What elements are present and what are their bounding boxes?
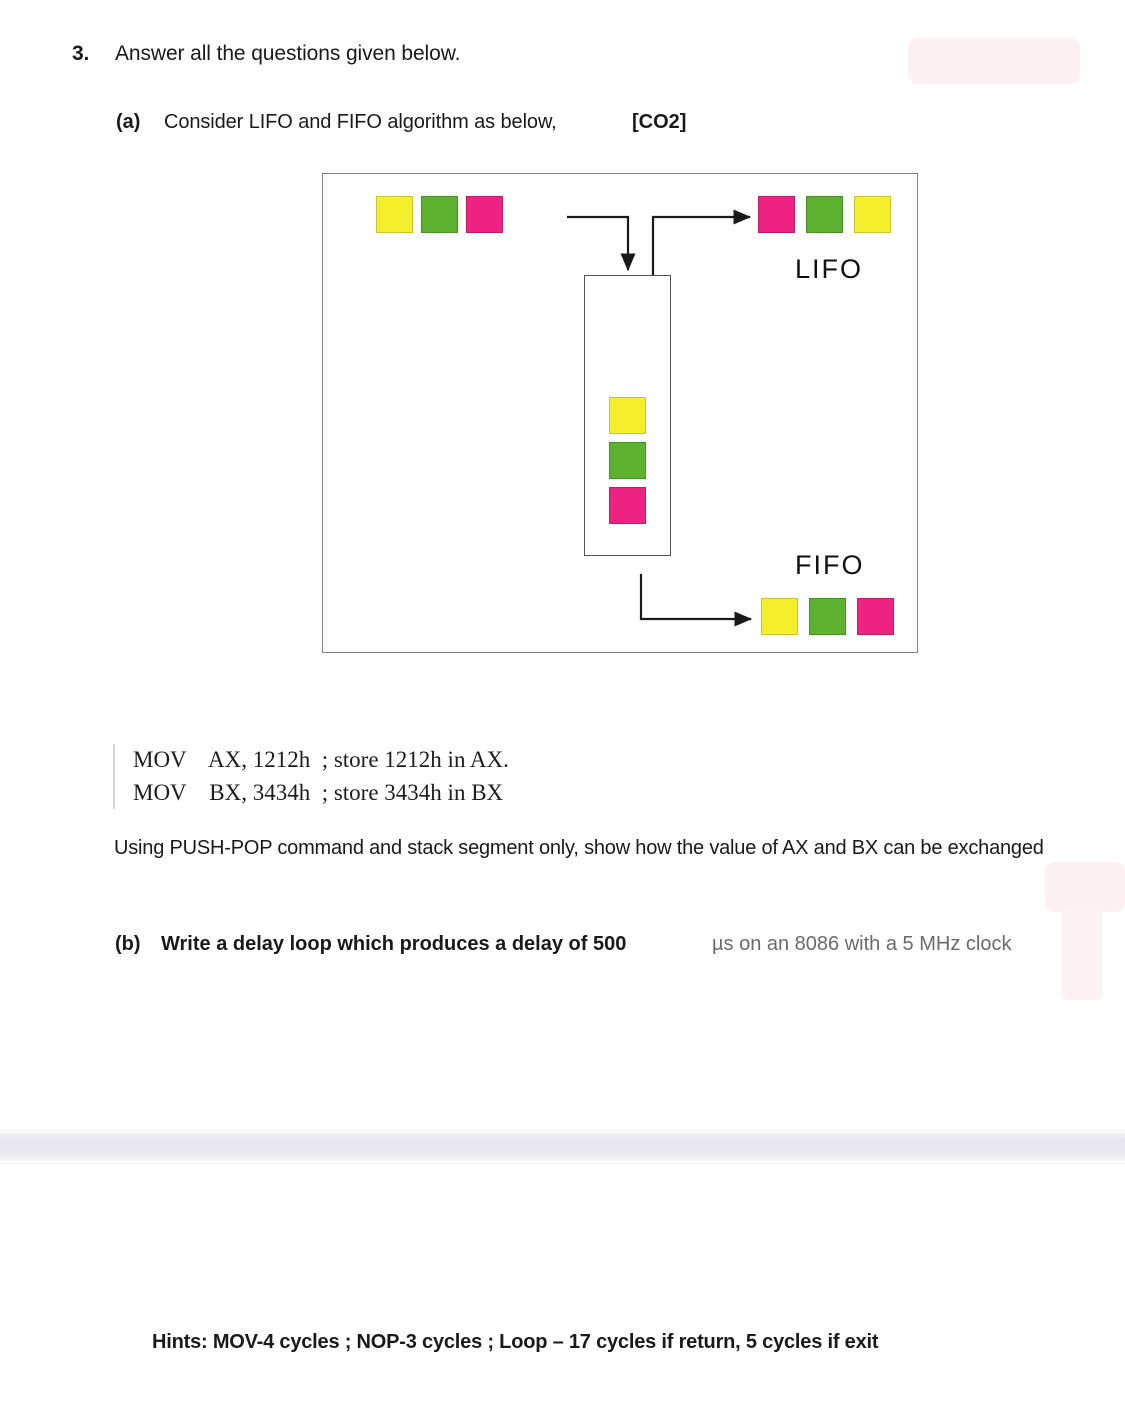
- page-divider-bar: [0, 1130, 1125, 1164]
- lifo-block-pink: [758, 196, 795, 233]
- question-number: 3.: [72, 42, 90, 65]
- part-a-text: Consider LIFO and FIFO algorithm as belo…: [164, 111, 557, 133]
- lifo-block-yellow: [854, 196, 891, 233]
- assembly-code-block: MOV AX, 1212h ; store 1212h in AX. MOV B…: [113, 744, 509, 810]
- fifo-block-green: [809, 598, 846, 635]
- fifo-block-pink: [857, 598, 894, 635]
- stack-block-green: [609, 442, 646, 479]
- watermark-middle: [1045, 862, 1125, 912]
- stack-block-yellow: [609, 397, 646, 434]
- part-b-label: (b): [115, 933, 141, 955]
- lifo-label: LIFO: [795, 254, 864, 284]
- lifo-fifo-diagram: LIFO FIFO: [322, 173, 918, 653]
- lifo-block-green: [806, 196, 843, 233]
- input-block-green: [421, 196, 458, 233]
- course-outcome-tag: [CO2]: [632, 111, 687, 133]
- input-block-pink: [466, 196, 503, 233]
- input-block-yellow: [376, 196, 413, 233]
- part-b-text-rest: µs on an 8086 with a 5 MHz clock: [712, 933, 1012, 955]
- fifo-out-arrow: [639, 574, 753, 627]
- part-a-label: (a): [116, 111, 141, 133]
- watermark-tail: [1062, 905, 1102, 1000]
- watermark-top: [908, 38, 1080, 84]
- lifo-pop-arrow: [651, 209, 752, 275]
- part-b-text-strong: Write a delay loop which produces a dela…: [161, 933, 627, 955]
- fifo-block-yellow: [761, 598, 798, 635]
- stack-block-pink: [609, 487, 646, 524]
- push-arrow: [567, 215, 636, 272]
- question-title: Answer all the questions given below.: [115, 42, 461, 65]
- fifo-label: FIFO: [795, 550, 865, 580]
- exchange-instruction-paragraph: Using PUSH-POP command and stack segment…: [114, 837, 1044, 859]
- stack-container: [584, 275, 671, 556]
- hints-text: Hints: MOV-4 cycles ; NOP-3 cycles ; Loo…: [152, 1331, 879, 1353]
